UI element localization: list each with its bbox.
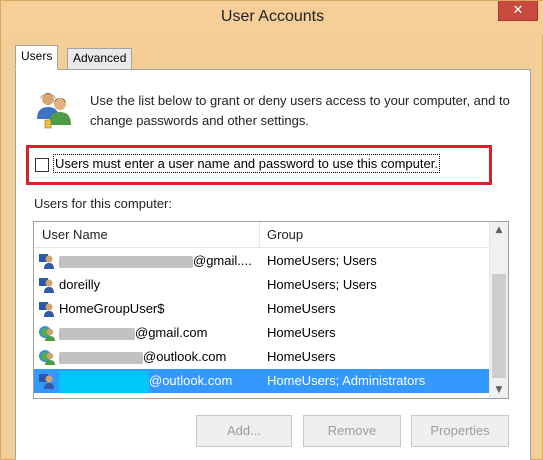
table-row[interactable]: @outlook.com HomeUsers <box>34 345 489 369</box>
scrollbar-thumb[interactable] <box>492 274 506 378</box>
table-row[interactable]: doreilly HomeUsers; Users <box>34 273 489 297</box>
list-header: User Name Group <box>34 222 489 248</box>
column-header-user-name[interactable]: User Name <box>42 227 108 242</box>
local-user-icon <box>39 254 54 269</box>
add-button[interactable]: Add... <box>196 415 292 447</box>
redacted-text <box>59 370 149 393</box>
require-password-checkbox[interactable] <box>35 158 49 172</box>
close-icon: ✕ <box>512 3 524 18</box>
remove-button[interactable]: Remove <box>303 415 401 447</box>
tab-advanced[interactable]: Advanced <box>67 48 133 69</box>
user-name-cell: @outlook.com <box>59 369 232 393</box>
tab-users[interactable]: Users <box>15 45 59 70</box>
redacted-text <box>59 327 135 340</box>
list-scrollbar[interactable]: ▲ ▼ <box>489 222 508 398</box>
user-name-cell: @gmail.... <box>59 249 252 273</box>
table-row[interactable]: @gmail.... HomeUsers; Users <box>34 249 489 273</box>
group-cell: HomeUsers <box>267 325 336 340</box>
local-user-icon <box>39 302 54 317</box>
user-name-text: @gmail.com <box>135 325 208 340</box>
scroll-up-arrow-icon[interactable]: ▲ <box>490 222 508 238</box>
redacted-text <box>59 351 143 364</box>
column-header-group[interactable]: Group <box>267 227 303 242</box>
user-name-cell: HomeGroupUser$ <box>59 301 165 316</box>
users-list-label: Users for this computer: <box>34 196 172 211</box>
user-name-text: @gmail.... <box>193 253 252 268</box>
users-list[interactable]: User Name Group @gmail.... HomeUsers; Us… <box>33 221 509 399</box>
group-cell: HomeUsers; Users <box>267 277 377 292</box>
microsoft-account-icon <box>39 326 55 341</box>
title-bar[interactable]: User Accounts ✕ <box>1 1 543 35</box>
microsoft-account-icon <box>39 350 55 365</box>
local-user-icon <box>39 374 54 389</box>
redacted-text <box>59 255 193 268</box>
properties-button[interactable]: Properties <box>411 415 509 447</box>
table-row[interactable]: HomeGroupUser$ HomeUsers <box>34 297 489 321</box>
user-name-text: @outlook.com <box>149 373 233 388</box>
users-icon <box>37 93 71 129</box>
user-accounts-window: User Accounts ✕ Users Advanced Use the l… <box>0 0 543 460</box>
user-name-cell: @outlook.com <box>59 345 226 369</box>
group-cell: HomeUsers <box>267 349 336 364</box>
user-name-cell: @gmail.com <box>59 321 207 345</box>
scroll-down-arrow-icon[interactable]: ▼ <box>490 382 508 398</box>
window-title: User Accounts <box>220 8 325 25</box>
group-cell: HomeUsers; Users <box>267 253 377 268</box>
column-divider[interactable] <box>259 222 260 248</box>
group-cell: HomeUsers <box>267 301 336 316</box>
group-cell: HomeUsers; Administrators <box>267 373 426 388</box>
table-row[interactable]: @gmail.com HomeUsers <box>34 321 489 345</box>
close-button[interactable]: ✕ <box>498 1 538 21</box>
user-name-text: @outlook.com <box>143 349 227 364</box>
require-password-label[interactable]: Users must enter a user name and passwor… <box>53 154 440 173</box>
local-user-icon <box>39 278 54 293</box>
description-text: Use the list below to grant or deny user… <box>90 93 510 128</box>
table-row-selected[interactable]: @outlook.com HomeUsers; Administrators <box>34 369 489 393</box>
user-name-cell: doreilly <box>59 277 101 292</box>
